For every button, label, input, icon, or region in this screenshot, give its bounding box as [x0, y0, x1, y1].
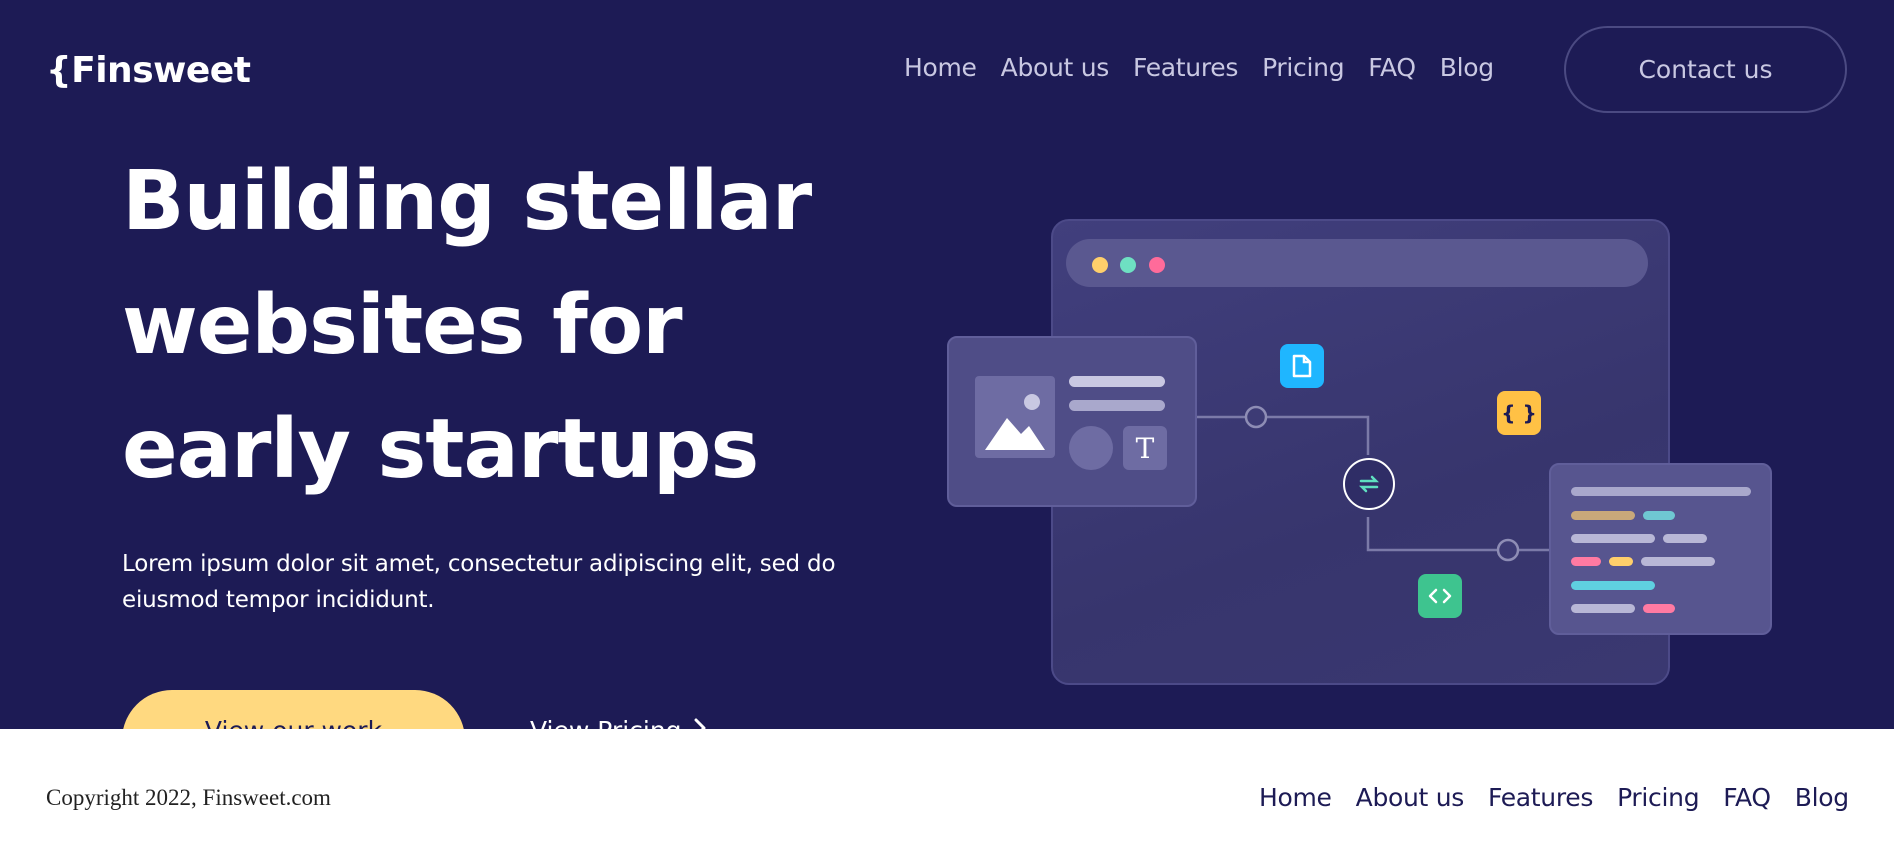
nav-link-home[interactable]: Home	[904, 53, 977, 82]
nav-link-blog[interactable]: Blog	[1440, 53, 1494, 82]
footer-link-home[interactable]: Home	[1259, 783, 1332, 812]
arrow-right-icon	[692, 716, 708, 729]
text-line-2	[1069, 400, 1165, 411]
code-line	[1571, 534, 1655, 543]
document-icon	[1280, 344, 1324, 388]
footer-link-about-us[interactable]: About us	[1356, 783, 1465, 812]
copyright-text: Copyright 2022, Finsweet.com	[46, 785, 331, 810]
window-dot-yellow	[1092, 257, 1108, 273]
footer-link-blog[interactable]: Blog	[1795, 783, 1849, 812]
code-line	[1663, 534, 1707, 543]
window-dot-pink	[1149, 257, 1165, 273]
nav-link-about-us[interactable]: About us	[1001, 53, 1110, 82]
nav-link-pricing[interactable]: Pricing	[1262, 53, 1344, 82]
view-pricing-link[interactable]: View Pricing	[530, 716, 708, 729]
code-line	[1571, 511, 1635, 520]
footer-link-features[interactable]: Features	[1488, 783, 1593, 812]
code-line	[1643, 511, 1675, 520]
header-nav: Home About us Features Pricing FAQ Blog	[904, 53, 1494, 82]
window-dot-green	[1120, 257, 1136, 273]
footer: Copyright 2022, Finsweet.com Home About …	[0, 729, 1894, 867]
nav-link-features[interactable]: Features	[1133, 53, 1238, 82]
media-panel-graphic: T	[947, 336, 1197, 507]
code-line	[1609, 557, 1633, 566]
view-our-work-button[interactable]: View our work	[122, 690, 465, 729]
text-icon: T	[1123, 426, 1167, 470]
footer-link-pricing[interactable]: Pricing	[1617, 783, 1699, 812]
code-line	[1643, 604, 1675, 613]
circle-shape	[1069, 426, 1113, 470]
footer-link-faq[interactable]: FAQ	[1723, 783, 1771, 812]
browser-address-bar	[1066, 239, 1648, 287]
image-icon	[975, 376, 1055, 458]
code-line	[1641, 557, 1715, 566]
contact-us-button[interactable]: Contact us	[1564, 26, 1847, 113]
sync-icon	[1343, 458, 1395, 510]
code-line	[1571, 487, 1751, 496]
finsweet-logo[interactable]: {Finsweet	[46, 50, 251, 91]
code-line	[1571, 581, 1655, 590]
nav-link-faq[interactable]: FAQ	[1368, 53, 1416, 82]
text-line-1	[1069, 376, 1165, 387]
braces-icon: { }	[1497, 391, 1541, 435]
hero-headline: Building stellar websites for early star…	[122, 154, 812, 497]
view-pricing-label: View Pricing	[530, 716, 682, 729]
code-icon	[1418, 574, 1462, 618]
footer-nav: Home About us Features Pricing FAQ Blog	[1259, 783, 1849, 812]
hero-subtext: Lorem ipsum dolor sit amet, consectetur …	[122, 551, 836, 613]
code-panel-graphic	[1549, 463, 1772, 635]
hero-section: {Finsweet Home About us Features Pricing…	[0, 0, 1894, 729]
code-line	[1571, 604, 1635, 613]
code-line	[1571, 557, 1601, 566]
